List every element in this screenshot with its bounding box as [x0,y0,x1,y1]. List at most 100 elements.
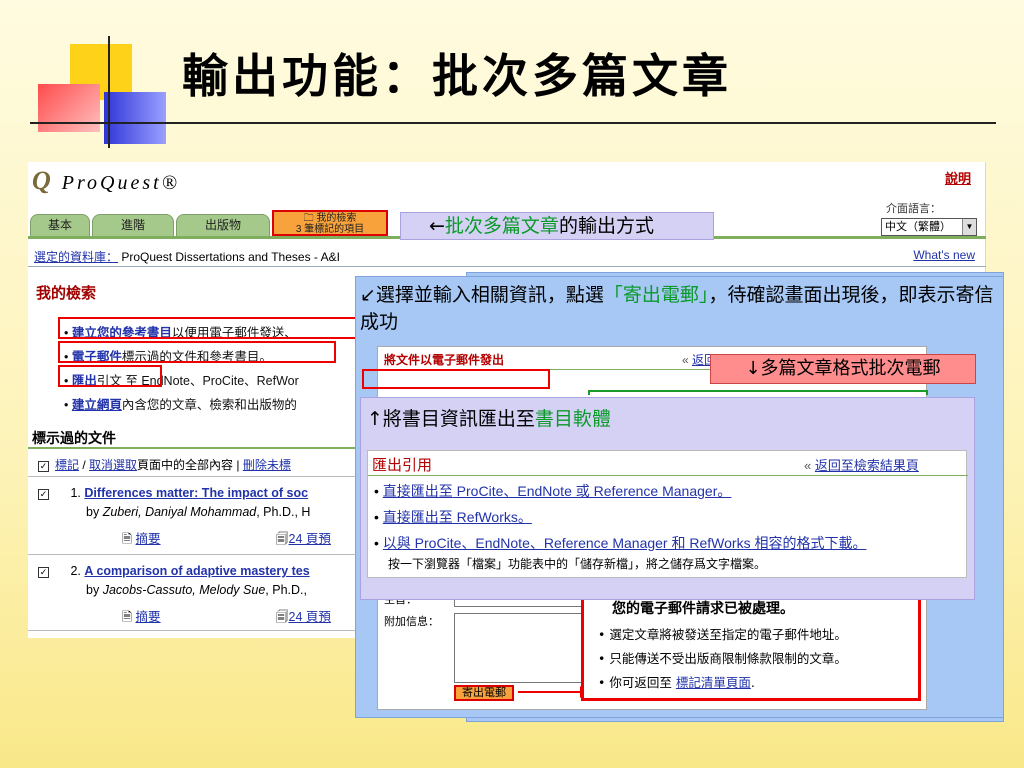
export-download-link[interactable]: 以與 ProCite、EndNote、Reference Manager 和 R… [383,535,867,551]
language-select-value: 中文（繁體） [885,221,951,233]
proquest-logo-icon: Q [32,166,54,195]
decor-vertical-line [108,36,110,148]
mark-all-row: ✓ 標記 / 取消選取頁面中的全部內容 | 刪除未標 [38,456,291,473]
tab-basic[interactable]: 基本 [30,214,90,236]
tab-advanced[interactable]: 進階 [92,214,174,236]
abstract-icon: 🗎 [122,532,136,546]
email-instruction-highlight: 「寄出電郵」 [603,284,709,306]
option-webpage: • 建立網頁內含您的文章、檢索和出版物的 [64,398,297,412]
webpage-link[interactable]: 建立網頁 [72,398,122,412]
export-panel: ↑將書目資訊匯出至書目軟體 匯出引用 « 返回至檢索結果頁 • 直接匯出至 Pr… [360,397,975,600]
confirmation-text: . [750,675,755,690]
by-label: by [86,505,103,519]
highlight-frame-email [58,341,336,363]
chevron-down-icon: ▼ [962,219,976,235]
unmark-link[interactable]: 取消選取 [89,458,137,472]
delete-unmarked-link[interactable]: 刪除未標 [243,458,291,472]
result-author-line: by Zuberi, Daniyal Mohammad, Ph.D., H [86,505,310,519]
database-label[interactable]: 選定的資料庫： [34,250,118,264]
tab-my-search-count: 3 筆標記的項目 [295,224,365,235]
help-link[interactable]: 說明 [945,168,971,187]
highlight-frame-bibliography [58,317,380,339]
back-to-results-link[interactable]: 返回至檢索結果頁 [815,458,919,473]
highlight-frame-form [362,369,550,389]
export-option-text[interactable]: RefWorks。 [453,509,532,525]
preview-link[interactable]: 24 頁預 [289,610,331,624]
result-checkbox[interactable]: ✓ [38,489,49,500]
export-note: 按一下瀏覽器「檔案」功能表中的「儲存新檔」，將之儲存爲文字檔案。 [388,557,767,571]
confirmation-item: • 只能傳送不受出版商限制條款限制的文章。 [598,651,847,666]
whats-new-link[interactable]: What's new [913,248,975,262]
confirmation-item: • 你可返回至 標記清單頁面. [598,675,755,690]
confirmation-text: 你可返回至 [609,675,676,690]
mark-row-text: 頁面中的全部內容 | [137,458,243,472]
email-form-title: 將文件以電子郵件發出 [384,353,505,367]
my-search-heading: 我的檢索 [36,284,97,302]
result-links: 🗎 摘要 🗐24 頁預 [122,528,331,551]
proquest-logo-text: ProQuest® [61,172,180,194]
email-instruction-text: ↙選擇並輸入相關資訊，點選 [360,284,604,306]
export-back: « 返回至檢索結果頁 [804,455,919,474]
left-arrow-icon: ← [429,215,445,237]
note-textarea[interactable] [454,613,584,683]
result-number: 1. [70,486,81,500]
export-title: 匯出引用 [372,456,433,474]
language-label: 介面語言： [886,203,941,215]
send-email-button[interactable]: 寄出電郵 [454,685,514,701]
export-option-download: • 以與 ProCite、EndNote、Reference Manager 和… [374,535,867,551]
result-checkbox[interactable]: ✓ [38,567,49,578]
export-callout-text: ↑將書目資訊匯出至 [367,408,535,430]
result-author: Jacobs-Cassuto, Melody Sue [102,583,266,597]
result-degree: , Ph.D., [265,583,307,597]
note-label: 附加信息： [384,616,439,628]
result-links: 🗎 摘要 🗐24 頁預 [122,606,331,629]
mark-link[interactable]: 標記 [55,458,79,472]
preview-icon: 🗐 [276,532,289,546]
table-row: ✓ 2. A comparison of adaptive mastery te… [38,564,310,578]
abstract-link[interactable]: 摘要 [136,610,161,624]
tab-my-search[interactable]: 🗀 我的檢索 3 筆標記的項目 [272,210,388,236]
export-citation-box: 匯出引用 « 返回至檢索結果頁 • 直接匯出至 ProCite、EndNote … [367,450,968,578]
export-direct-link[interactable]: 直接匯出至 [383,509,453,525]
decor-red-square [38,84,100,132]
batch-callout: ←批次多篇文章的輸出方式 [400,212,714,240]
folder-icon: 🗀 [303,213,317,224]
slide-title: 輸出功能：批次多篇文章 [182,49,732,103]
back-prefix: « [804,458,815,473]
marked-documents-heading: 標示過的文件 [32,431,116,447]
preview-link[interactable]: 24 頁預 [289,532,331,546]
mark-all-checkbox[interactable]: ✓ [38,461,49,472]
abstract-link[interactable]: 摘要 [136,532,161,546]
green-frame [588,390,928,395]
export-callout: ↑將書目資訊匯出至書目軟體 [367,404,611,431]
result-author: Zuberi, Daniyal Mohammad [102,505,257,519]
back-prefix: « [682,353,693,367]
confirmation-text: 只能傳送不受出版商限制條款限制的文章。 [609,651,847,666]
tab-publications[interactable]: 出版物 [176,214,270,236]
result-degree: , Ph.D., H [256,505,311,519]
result-author-line: by Jacobs-Cassuto, Melody Sue, Ph.D., [86,583,307,597]
highlight-frame-export [58,365,162,387]
batch-callout-text: 的輸出方式 [558,215,654,237]
tab-my-search-label: 我的檢索 [316,213,357,224]
proquest-logo: Q ProQuest® [32,166,180,196]
result-title[interactable]: A comparison of adaptive mastery tes [84,564,309,578]
export-callout-highlight: 書目軟體 [534,408,611,430]
result-title[interactable]: Differences matter: The impact of soc [84,486,308,500]
divider [28,266,986,267]
confirmation-title: 您的電子郵件請求已被處理。 [612,601,794,617]
batch-callout-highlight: 批次多篇文章 [444,215,559,237]
export-direct-link[interactable]: 直接匯出至 [383,483,453,499]
divider [368,475,968,476]
decor-horizontal-line [30,122,996,124]
export-option-procite: • 直接匯出至 ProCite、EndNote 或 Reference Mana… [374,483,732,499]
multi-email-callout: ↓多篇文章格式批次電郵 [710,354,976,384]
database-row: 選定的資料庫： ProQuest Dissertations and These… [34,248,340,265]
export-option-refworks: • 直接匯出至 RefWorks。 [374,509,532,525]
table-row: ✓ 1. Differences matter: The impact of s… [38,486,308,500]
export-option-text[interactable]: ProCite、EndNote 或 Reference Manager。 [453,483,732,499]
by-label: by [86,583,103,597]
preview-icon: 🗐 [276,610,289,624]
marked-list-link[interactable]: 標記清單頁面 [676,675,751,690]
language-select[interactable]: 中文（繁體） ▼ [881,218,977,236]
